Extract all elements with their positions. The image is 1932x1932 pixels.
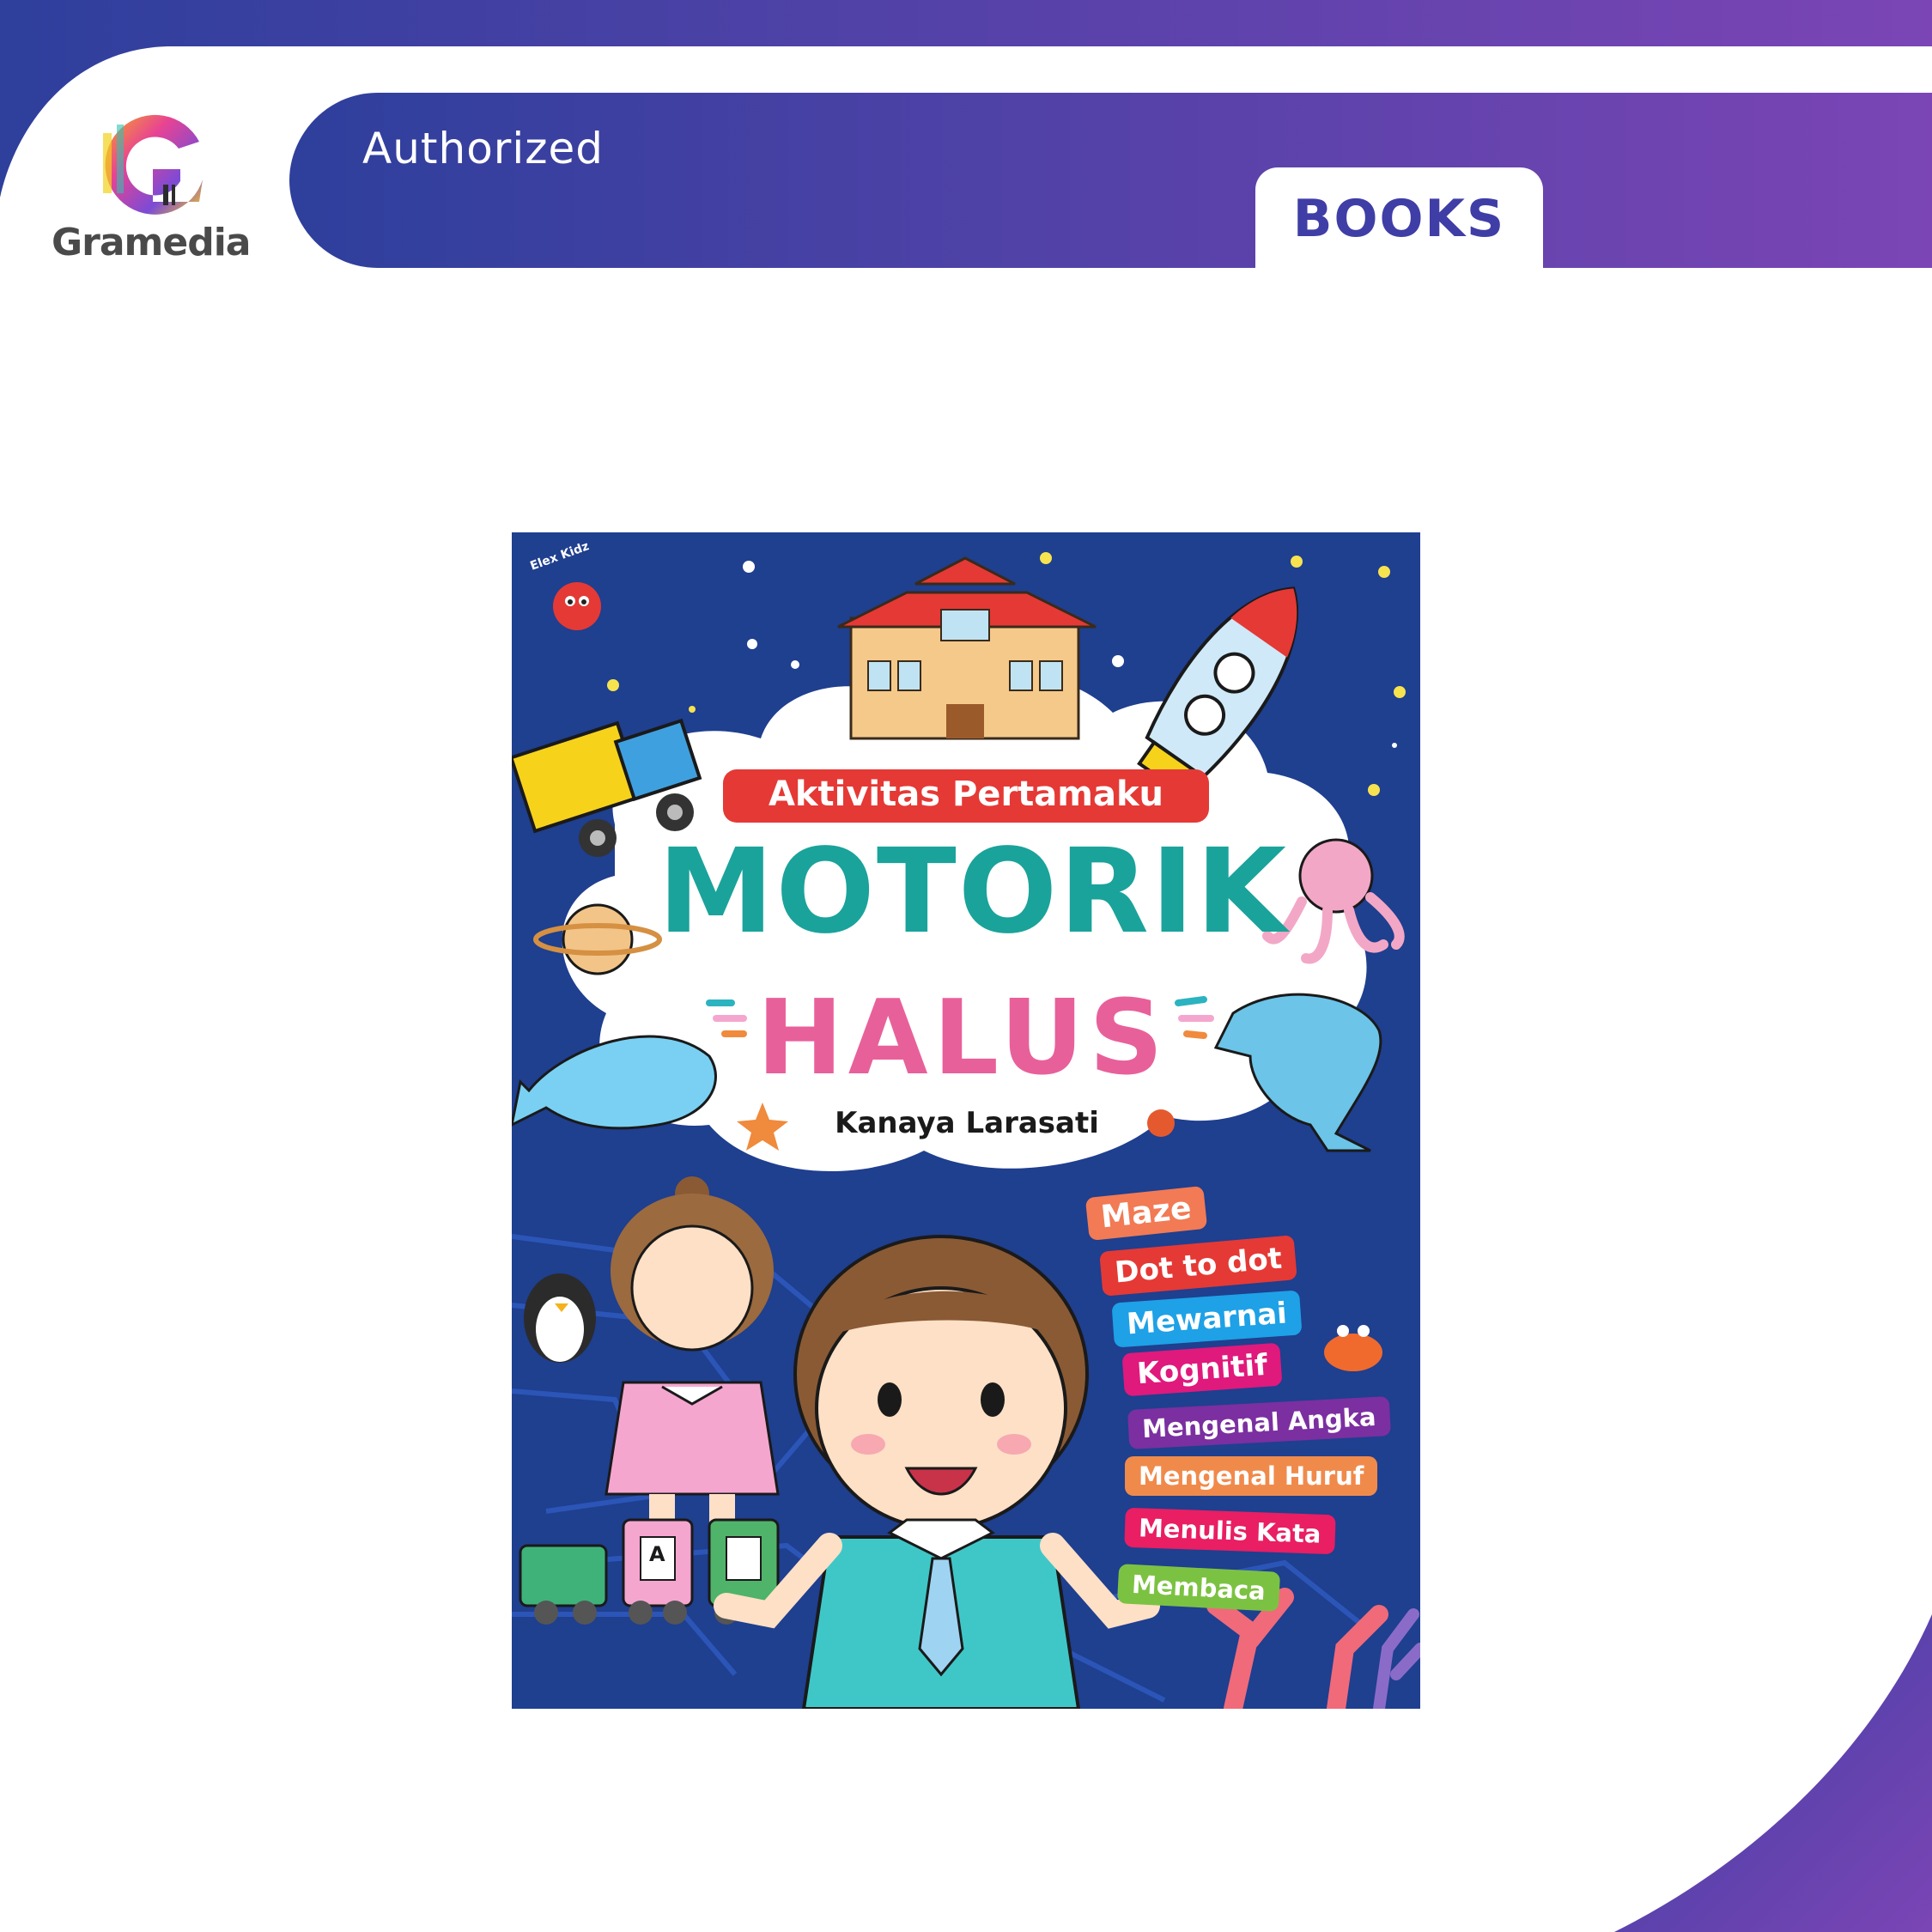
- activity-label: Mengenal Huruf: [1125, 1456, 1378, 1496]
- book-title-line2: HALUS: [756, 979, 1169, 1098]
- book-author: Kanaya Larasati: [835, 1106, 1099, 1140]
- gramedia-logo[interactable]: Gramedia: [52, 107, 251, 270]
- activity-label: Membaca: [1116, 1564, 1280, 1612]
- gramedia-g-icon: [103, 114, 203, 215]
- authorized-label: Authorized: [362, 124, 604, 173]
- series-title: Aktivitas Pertamaku: [768, 775, 1164, 814]
- books-category-label: BOOKS: [1292, 189, 1506, 249]
- book-title-line1: MOTORIK: [658, 824, 1289, 960]
- gramedia-wordmark: Gramedia: [52, 221, 251, 264]
- train-letter: A: [649, 1542, 665, 1566]
- activity-label: Menulis Kata: [1124, 1507, 1336, 1555]
- book-cover[interactable]: Elex Kidz Aktivitas Pertamaku MOTORIK HA…: [512, 532, 1420, 1709]
